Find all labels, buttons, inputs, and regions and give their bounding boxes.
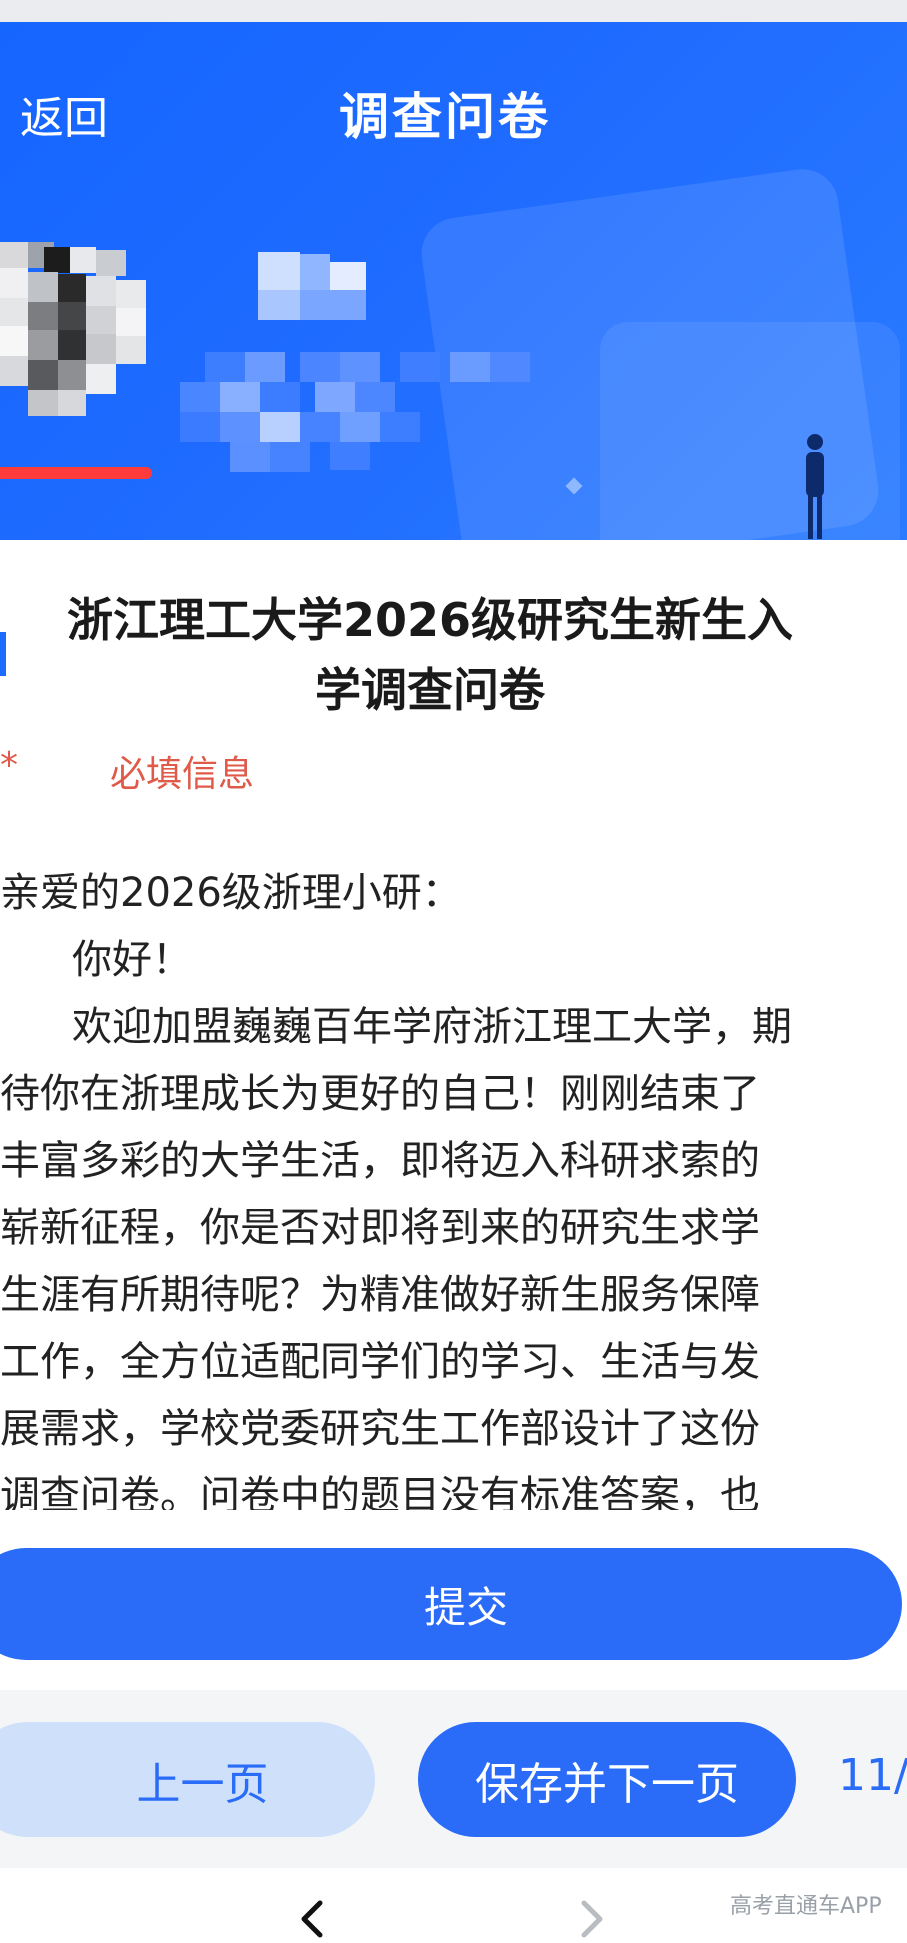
save-next-page-button[interactable]: 保存并下一页 <box>418 1722 796 1837</box>
intro-hello: 你好！ <box>72 937 192 983</box>
intro-line: 崭新征程，你是否对即将到来的研究生求学 <box>0 1205 760 1251</box>
page-indicator: 11/1 <box>838 1750 907 1801</box>
prev-page-label: 上一页 <box>136 1758 269 1810</box>
prev-page-button[interactable]: 上一页 <box>0 1722 375 1837</box>
status-strip <box>0 0 907 22</box>
logo-underline <box>0 467 152 479</box>
intro-line: 工作，全方位适配同学们的学习、生活与发 <box>0 1339 760 1385</box>
survey-title: 浙江理工大学2026级研究生新生入 学调查问卷 <box>30 585 830 725</box>
header-banner: 返回 调查问卷 <box>0 22 907 540</box>
submit-button[interactable]: 提交 <box>0 1548 902 1660</box>
intro-line: 欢迎加盟巍巍百年学府浙江理工大学，期 <box>72 1004 792 1050</box>
survey-title-line: 学调查问卷 <box>315 663 545 717</box>
page-title: 调查问卷 <box>339 88 551 146</box>
survey-title-line: 浙江理工大学2026级研究生新生入 <box>66 593 794 647</box>
intro-line: 待你在浙理成长为更好的自己！刚刚结束了 <box>0 1071 760 1117</box>
intro-line: 丰富多彩的大学生活，即将迈入科研求索的 <box>0 1138 760 1184</box>
side-tab-indicator[interactable] <box>0 632 6 676</box>
watermark-text: 高考直通车APP <box>730 1894 882 1919</box>
person-illustration <box>806 434 824 539</box>
survey-intro: 亲爱的2026级浙理小研： 你好！ 欢迎加盟巍巍百年学府浙江理工大学，期 待你在… <box>0 860 907 1510</box>
intro-line: 生涯有所期待呢？为精准做好新生服务保障 <box>0 1272 760 1318</box>
required-label: 必填信息 <box>110 754 255 795</box>
survey-page: 返回 调查问卷 浙江理工大学2026级研究生新生入 学调查问卷 * 必填信息 亲… <box>0 0 907 1943</box>
intro-greeting: 亲爱的2026级浙理小研： <box>0 870 462 916</box>
submit-button-label: 提交 <box>423 1582 508 1632</box>
banner-decoration <box>600 322 900 540</box>
save-next-label: 保存并下一页 <box>475 1758 739 1810</box>
chevron-left-icon[interactable] <box>292 1895 332 1943</box>
required-star: * <box>0 745 18 786</box>
intro-line: 展需求，学校党委研究生工作部设计了这份 <box>0 1406 760 1452</box>
chevron-right-icon[interactable] <box>572 1895 612 1943</box>
intro-line: 调查问卷。问卷中的题目没有标准答案，也 <box>0 1473 760 1510</box>
